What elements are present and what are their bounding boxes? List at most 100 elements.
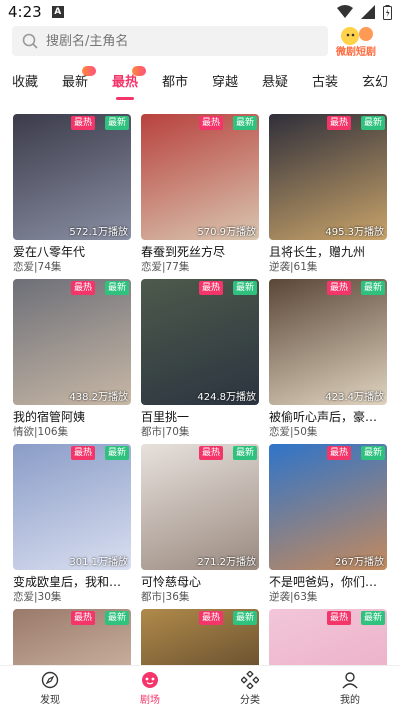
hot-badge: 最热 <box>70 116 95 130</box>
tab-label: 古装 <box>311 75 338 90</box>
new-badge: 最新 <box>360 116 385 130</box>
search-input[interactable] <box>46 33 286 49</box>
new-badge: 最新 <box>104 611 129 625</box>
drama-meta: 都市|36集 <box>141 591 190 603</box>
tab-urban[interactable]: 都市 <box>150 72 200 98</box>
search-row: 微剧短剧 <box>12 24 388 58</box>
brand-logo[interactable]: 微剧短剧 <box>336 24 382 58</box>
drama-title: 百里挑一 <box>141 410 190 424</box>
drama-card[interactable]: 最热 最新 572.1万播放 爱在八零年代 恋爱|74集 <box>13 114 131 274</box>
hot-badge: 最热 <box>326 116 351 130</box>
drama-meta: 恋爱|50集 <box>269 426 318 438</box>
nav-category[interactable]: 分类 <box>200 666 300 711</box>
new-badge: 最新 <box>104 446 129 460</box>
new-badge: 最新 <box>104 281 129 295</box>
tab-label: 悬疑 <box>261 75 288 90</box>
hot-badge: 最热 <box>198 281 223 295</box>
drama-card[interactable]: 最热 最新 438.2万播放 我的宿管阿姨 情欲|106集 <box>13 279 131 439</box>
nav-label: 我的 <box>340 695 360 706</box>
hot-badge: 最热 <box>70 446 95 460</box>
tab-label: 最新 <box>61 75 88 90</box>
nav-label: 发现 <box>40 695 60 706</box>
signal-icon <box>361 5 375 19</box>
drama-poster: 最热 最新 267万播放 <box>269 444 387 570</box>
drama-card[interactable]: 最热 最新 271.2万播放 可怜慈母心 都市|36集 <box>141 444 259 604</box>
tab-mystery[interactable]: 悬疑 <box>250 72 300 98</box>
play-count: 301.1万播放 <box>69 557 128 568</box>
tab-label: 玄幻 <box>361 75 388 90</box>
nav-mine[interactable]: 我的 <box>300 666 400 711</box>
drama-poster: 最热 最新 424.8万播放 <box>141 279 259 405</box>
drama-poster: 最热 最新 570.9万播放 <box>141 114 259 240</box>
drama-card[interactable]: 最热 最新 <box>269 609 387 666</box>
hot-badge: 最热 <box>326 446 351 460</box>
play-count: 570.9万播放 <box>197 227 256 238</box>
drama-meta: 逆袭|61集 <box>269 261 318 273</box>
new-badge: 最新 <box>232 116 257 130</box>
play-count: 438.2万播放 <box>69 392 128 403</box>
hot-badge: 最热 <box>326 281 351 295</box>
hot-badge: 最热 <box>198 611 223 625</box>
tab-hottest[interactable]: 最热 <box>100 66 150 100</box>
play-count: 495.3万播放 <box>325 227 384 238</box>
new-badge: 最新 <box>232 611 257 625</box>
drama-title: 春蚕到死丝方尽 <box>141 245 226 259</box>
drama-meta: 逆袭|63集 <box>269 591 318 603</box>
tab-time-travel[interactable]: 穿越 <box>200 72 250 98</box>
tab-label: 穿越 <box>211 75 238 90</box>
wifi-icon <box>337 5 353 18</box>
status-icons <box>337 4 392 20</box>
tab-label: 最热 <box>111 75 138 90</box>
play-count: 572.1万播放 <box>69 227 128 238</box>
bottom-nav: 发现 剧场 分类 我的 <box>0 665 400 711</box>
brand-logo-text: 微剧短剧 <box>336 47 376 58</box>
drama-meta: 恋爱|77集 <box>141 261 190 273</box>
tab-favorites[interactable]: 收藏 <box>0 72 50 98</box>
drama-title: 我的宿管阿姨 <box>13 410 86 424</box>
drama-card[interactable]: 最热 最新 <box>13 609 131 666</box>
drama-title: 变成欧皇后，我和陆... <box>13 575 131 589</box>
drama-card[interactable]: 最热 最新 570.9万播放春蚕到死丝方尽 恋爱|77集 <box>141 114 259 274</box>
user-icon <box>342 672 358 689</box>
new-badge: 最新 <box>232 281 257 295</box>
nav-discover[interactable]: 发现 <box>0 666 100 711</box>
tab-label: 收藏 <box>11 75 38 90</box>
drama-card[interactable]: 最热 最新 423.4万播放 被偷听心声后，豪门... 恋爱|50集 <box>269 279 387 439</box>
drama-poster: 最热 最新 438.2万播放 <box>13 279 131 405</box>
compass-icon <box>41 671 59 689</box>
drama-poster: 最热 最新 423.4万播放 <box>269 279 387 405</box>
drama-poster: 最热 最新 572.1万播放 <box>13 114 131 240</box>
drama-meta: 情欲|106集 <box>13 426 69 438</box>
tab-fantasy[interactable]: 玄幻 <box>350 72 400 98</box>
tab-newest[interactable]: 最新 <box>50 66 100 98</box>
nav-label: 分类 <box>240 695 260 706</box>
tab-costume[interactable]: 古装 <box>300 72 350 98</box>
drama-card[interactable]: 最热 最新 424.8万播放 百里挑一 都市|70集 <box>141 279 259 439</box>
category-icon <box>241 671 259 689</box>
new-badge: 最新 <box>360 281 385 295</box>
play-count: 424.8万播放 <box>197 392 256 403</box>
new-badge: 最新 <box>232 446 257 460</box>
drama-card[interactable]: 最热 最新 301.1万播放变成欧皇后，我和陆... 恋爱|30集 <box>13 444 131 604</box>
drama-title: 爱在八零年代 <box>13 245 86 259</box>
search-icon <box>22 33 38 49</box>
new-badge: 最新 <box>360 446 385 460</box>
drama-card[interactable]: 最热 最新 <box>141 609 259 666</box>
drama-poster: 最热 最新 <box>269 609 387 666</box>
drama-poster: 最热 最新 <box>13 609 131 666</box>
drama-meta: 恋爱|30集 <box>13 591 62 603</box>
drama-title: 可怜慈母心 <box>141 575 202 589</box>
category-tabs: 收藏 最新 最热 都市 穿越 悬疑 古装 玄幻 <box>0 66 400 100</box>
notification-icon: A <box>51 6 64 18</box>
drama-card[interactable]: 最热 最新 495.3万播放 且将长生，赠九州 逆袭|61集 <box>269 114 387 274</box>
status-time: 4:23 <box>8 3 42 21</box>
drama-card[interactable]: 最热 最新 267万播放不是吧爸妈，你们真... 逆袭|63集 <box>269 444 387 604</box>
drama-title: 不是吧爸妈，你们真... <box>269 575 387 589</box>
nav-label: 剧场 <box>140 695 160 706</box>
tab-badge-icon <box>82 66 96 76</box>
battery-icon <box>383 4 392 20</box>
search-bar[interactable] <box>12 26 328 56</box>
nav-theater[interactable]: 剧场 <box>100 666 200 711</box>
hot-badge: 最热 <box>198 116 223 130</box>
new-badge: 最新 <box>104 116 129 130</box>
